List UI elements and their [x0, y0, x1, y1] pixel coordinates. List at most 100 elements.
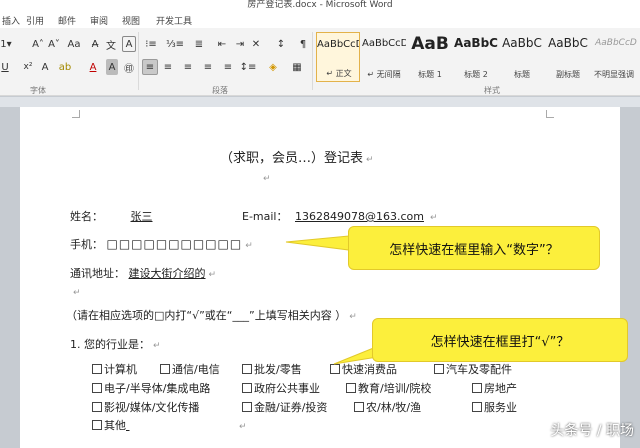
- highlight-icon[interactable]: ab: [58, 59, 72, 75]
- align-left-icon[interactable]: ≡: [142, 59, 158, 75]
- show-marks-icon[interactable]: ¶: [296, 36, 310, 52]
- option-label: 农/林/牧/渔: [366, 401, 422, 414]
- option-item[interactable]: 政府公共事业: [242, 380, 320, 396]
- tab-view[interactable]: 视图: [122, 14, 140, 27]
- checkbox[interactable]: [434, 364, 444, 374]
- font-size-dropdown[interactable]: 1▾: [0, 36, 12, 52]
- line-spacing-icon[interactable]: ↕≡: [240, 59, 257, 75]
- style-normal[interactable]: AaBbCcD ↵ 正文: [316, 32, 360, 82]
- style-sample: AaBbCcD: [317, 39, 359, 50]
- checkbox[interactable]: [346, 383, 356, 393]
- style-sample: AaBbC: [454, 36, 498, 50]
- tab-insert[interactable]: 插入: [2, 14, 20, 27]
- option-label: 教育/培训/院校: [358, 382, 432, 395]
- tab-references[interactable]: 引用: [26, 14, 44, 27]
- checkbox[interactable]: [242, 383, 252, 393]
- checkbox[interactable]: [160, 364, 170, 374]
- font-color-icon[interactable]: A: [86, 59, 100, 75]
- chinese-layout-icon[interactable]: ✕: [248, 36, 264, 52]
- grow-font-icon[interactable]: A˄: [30, 36, 46, 52]
- other-input[interactable]: [126, 419, 236, 432]
- tab-mailings[interactable]: 邮件: [58, 14, 76, 27]
- distributed-icon[interactable]: ≡: [220, 59, 236, 75]
- increase-indent-icon[interactable]: ⇥: [232, 36, 248, 52]
- style-sample: AaBbCcD: [362, 38, 406, 49]
- option-item[interactable]: 汽车及零配件: [434, 361, 512, 377]
- align-right-icon[interactable]: ≡: [180, 59, 196, 75]
- option-label: 服务业: [484, 401, 517, 414]
- superscript-icon[interactable]: x²: [20, 59, 36, 75]
- checkbox[interactable]: [92, 420, 102, 430]
- checkbox[interactable]: [92, 364, 102, 374]
- phone-boxes[interactable]: □□□□□□□□□□□: [107, 237, 243, 251]
- option-item[interactable]: 农/林/牧/渔: [354, 399, 421, 415]
- justify-icon[interactable]: ≡: [200, 59, 216, 75]
- tab-review[interactable]: 审阅: [90, 14, 108, 27]
- bullets-icon[interactable]: ⁝≡: [142, 36, 160, 52]
- multilevel-list-icon[interactable]: ≣: [190, 36, 208, 52]
- option-label: 批发/零售: [254, 363, 302, 376]
- checkbox[interactable]: [92, 402, 102, 412]
- checkbox[interactable]: [354, 402, 364, 412]
- option-item[interactable]: 房地产: [472, 380, 517, 396]
- option-item[interactable]: 电子/半导体/集成电路: [92, 380, 210, 396]
- email-value[interactable]: 1362849078@163.com: [291, 210, 427, 223]
- paragraph-mark: ↵: [73, 288, 81, 298]
- shrink-font-icon[interactable]: A˅: [46, 36, 62, 52]
- style-label: ↵ 无间隔: [367, 70, 401, 79]
- name-label: 姓名：: [70, 210, 103, 223]
- styles-group-label: 样式: [484, 86, 500, 95]
- document-page[interactable]: （求职，会员…）登记表 ↵ ↵ 姓名： 张三 E-mail： 1362849078…: [20, 107, 620, 448]
- align-center-icon[interactable]: ≡: [160, 59, 176, 75]
- style-heading1[interactable]: AaB 标题 1: [408, 32, 452, 82]
- address-value[interactable]: 建设大街介绍的: [129, 267, 206, 280]
- checkbox[interactable]: [242, 402, 252, 412]
- style-no-spacing[interactable]: AaBbCcD ↵ 无间隔: [362, 32, 406, 82]
- option-item[interactable]: 影视/媒体/文化传播: [92, 399, 199, 415]
- email-label: E-mail：: [242, 210, 288, 223]
- phonetic-guide-icon[interactable]: 文: [104, 36, 118, 52]
- option-other[interactable]: 其他 ↵: [92, 417, 247, 433]
- watermark: 头条号 / 职场: [550, 423, 634, 439]
- style-sample: AaB: [411, 34, 449, 54]
- text-effects-icon[interactable]: A: [40, 59, 50, 75]
- clear-format-icon[interactable]: A̶: [88, 36, 102, 52]
- checkbox[interactable]: [472, 383, 482, 393]
- name-email-line: 姓名： 张三 E-mail： 1362849078@163.com ↵: [70, 208, 438, 224]
- horizontal-ruler[interactable]: [0, 97, 640, 107]
- tab-developer[interactable]: 开发工具: [156, 14, 192, 27]
- char-border-icon[interactable]: A: [122, 36, 136, 52]
- option-item[interactable]: 教育/培训/院校: [346, 380, 431, 396]
- style-label: ↵ 正文: [326, 69, 352, 78]
- style-label: 标题 2: [464, 70, 488, 79]
- change-case-icon[interactable]: Aa: [66, 36, 82, 52]
- checkbox[interactable]: [472, 402, 482, 412]
- group-divider: [312, 32, 313, 90]
- question-1: 1. 您的行业是： ↵: [70, 338, 161, 351]
- decrease-indent-icon[interactable]: ⇤: [214, 36, 230, 52]
- name-value[interactable]: 张三: [107, 208, 227, 224]
- sort-icon[interactable]: ↕: [274, 36, 288, 52]
- numbering-icon[interactable]: ⅓≡: [166, 36, 184, 52]
- style-subtitle[interactable]: AaBbC 副标题: [546, 32, 590, 82]
- enclose-char-icon[interactable]: ㊞: [122, 59, 136, 75]
- option-item[interactable]: 金融/证券/投资: [242, 399, 327, 415]
- option-item[interactable]: 服务业: [472, 399, 517, 415]
- paragraph-group-label: 段落: [212, 86, 228, 95]
- option-label: 电子/半导体/集成电路: [104, 382, 211, 395]
- underline-icon[interactable]: U: [0, 59, 10, 75]
- checkbox[interactable]: [92, 383, 102, 393]
- char-shading-icon[interactable]: A: [106, 59, 118, 75]
- style-title[interactable]: AaBbC 标题: [500, 32, 544, 82]
- shading-icon[interactable]: ◈: [264, 59, 282, 75]
- callout-check: 怎样快速在框里打“√”？: [372, 318, 628, 362]
- option-item[interactable]: 通信/电信: [160, 361, 220, 377]
- style-heading2[interactable]: AaBbC 标题 2: [454, 32, 498, 82]
- style-sample: AaBbCcD: [595, 38, 637, 48]
- option-item[interactable]: 批发/零售: [242, 361, 302, 377]
- style-subtle-emphasis[interactable]: AaBbCcD 不明显强调: [592, 32, 640, 82]
- ribbon: 1▾ A˄ A˅ Aa A̶ 文 A U x² A ab A A ㊞ 字体 ⁝≡…: [0, 28, 640, 96]
- borders-icon[interactable]: ▦: [288, 59, 306, 75]
- checkbox[interactable]: [242, 364, 252, 374]
- option-item[interactable]: 计算机: [92, 361, 137, 377]
